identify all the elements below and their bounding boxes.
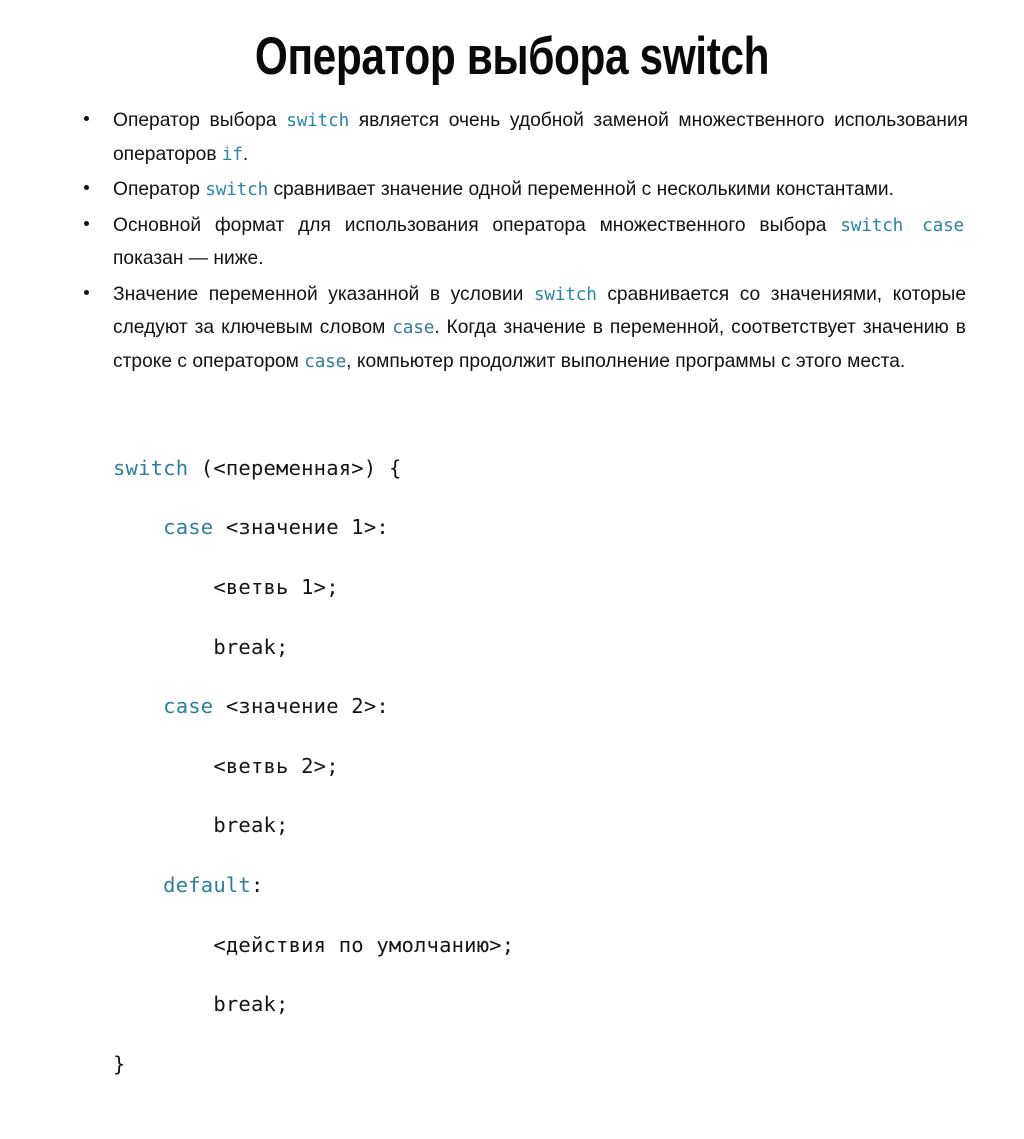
code-line-2-indent bbox=[113, 515, 163, 539]
code-keyword-default: default bbox=[163, 872, 251, 897]
list-item: Оператор switch сравнивает значение одно… bbox=[78, 173, 978, 207]
code-line-2-rest: <значение 1>: bbox=[213, 515, 389, 540]
code-block: switch (<переменная>) { case <значение 1… bbox=[113, 424, 514, 1139]
bullet-dot-icon bbox=[84, 185, 89, 190]
code-keyword-switch: switch bbox=[113, 455, 189, 480]
code-line-8-indent bbox=[113, 873, 163, 897]
code-keyword-case-2: case bbox=[163, 694, 214, 719]
code-line-5-rest: <значение 2>: bbox=[213, 694, 389, 719]
code-line-5: case <значение 2>: bbox=[113, 692, 514, 722]
slide-root: Оператор выбора switch Оператор выбора s… bbox=[0, 0, 1024, 1076]
bullet-2-seg-2: сравнивает значение одной переменной с н… bbox=[268, 178, 894, 200]
page-title: Оператор выбора switch bbox=[254, 27, 770, 86]
bullet-dot-icon bbox=[84, 220, 89, 226]
bullet-4-text: Значение переменной указанной в условии … bbox=[113, 278, 966, 379]
bullet-3-seg-2: показан — ниже. bbox=[113, 247, 264, 269]
bullet-1-text: Оператор выбора switch является очень уд… bbox=[113, 104, 968, 171]
bullet-dot-icon bbox=[84, 289, 89, 295]
bullet-1-keyword-switch: switch bbox=[286, 110, 350, 131]
list-item: Значение переменной указанной в условии … bbox=[78, 278, 978, 379]
bullet-1-seg-3: . bbox=[242, 142, 249, 165]
code-line-9: <действия по умолчанию>; bbox=[113, 932, 515, 957]
code-line-1-rest: (<переменная>) { bbox=[188, 455, 402, 480]
bullet-4-keyword-case-2: case bbox=[304, 350, 347, 372]
bullet-2-seg-1: Оператор bbox=[113, 178, 206, 200]
code-line-3: <ветвь 1>; bbox=[113, 574, 339, 599]
bullet-3-seg-1: Основной формат для использования операт… bbox=[113, 213, 841, 236]
bullet-3-keyword-switch-case: switch case bbox=[840, 214, 965, 236]
code-keyword-case-1: case bbox=[163, 515, 214, 540]
bullet-4-seg-1: Значение переменной указанной в условии bbox=[113, 282, 534, 305]
code-line-7: break; bbox=[113, 813, 289, 838]
code-line-11: } bbox=[113, 1051, 126, 1076]
list-item: Оператор выбора switch является очень уд… bbox=[78, 104, 978, 171]
bullet-3-text: Основной формат для использования операт… bbox=[113, 209, 964, 276]
code-line-8-rest: : bbox=[250, 872, 264, 897]
code-line-10: break; bbox=[113, 992, 289, 1017]
code-line-2: case <значение 1>: bbox=[113, 513, 514, 543]
bullet-4-seg-4: , компьютер продолжит выполнение програм… bbox=[346, 349, 906, 372]
list-item: Основной формат для использования операт… bbox=[78, 209, 978, 276]
bullet-2-keyword-switch: switch bbox=[205, 179, 269, 200]
bullet-dot-icon bbox=[84, 116, 89, 121]
bullet-4-keyword-case-1: case bbox=[392, 317, 435, 338]
bullet-2-text: Оператор switch сравнивает значение одно… bbox=[113, 173, 962, 207]
bullet-list: Оператор выбора switch является очень уд… bbox=[78, 104, 978, 380]
bullet-4-keyword-switch: switch bbox=[533, 283, 597, 305]
code-line-8: default: bbox=[113, 871, 514, 901]
bullet-1-seg-1: Оператор выбора bbox=[113, 109, 287, 131]
code-line-4: break; bbox=[113, 634, 289, 659]
code-line-1: switch (<переменная>) { bbox=[113, 454, 514, 484]
bullet-1-keyword-if: if bbox=[221, 143, 243, 165]
code-line-5-indent bbox=[113, 694, 163, 718]
